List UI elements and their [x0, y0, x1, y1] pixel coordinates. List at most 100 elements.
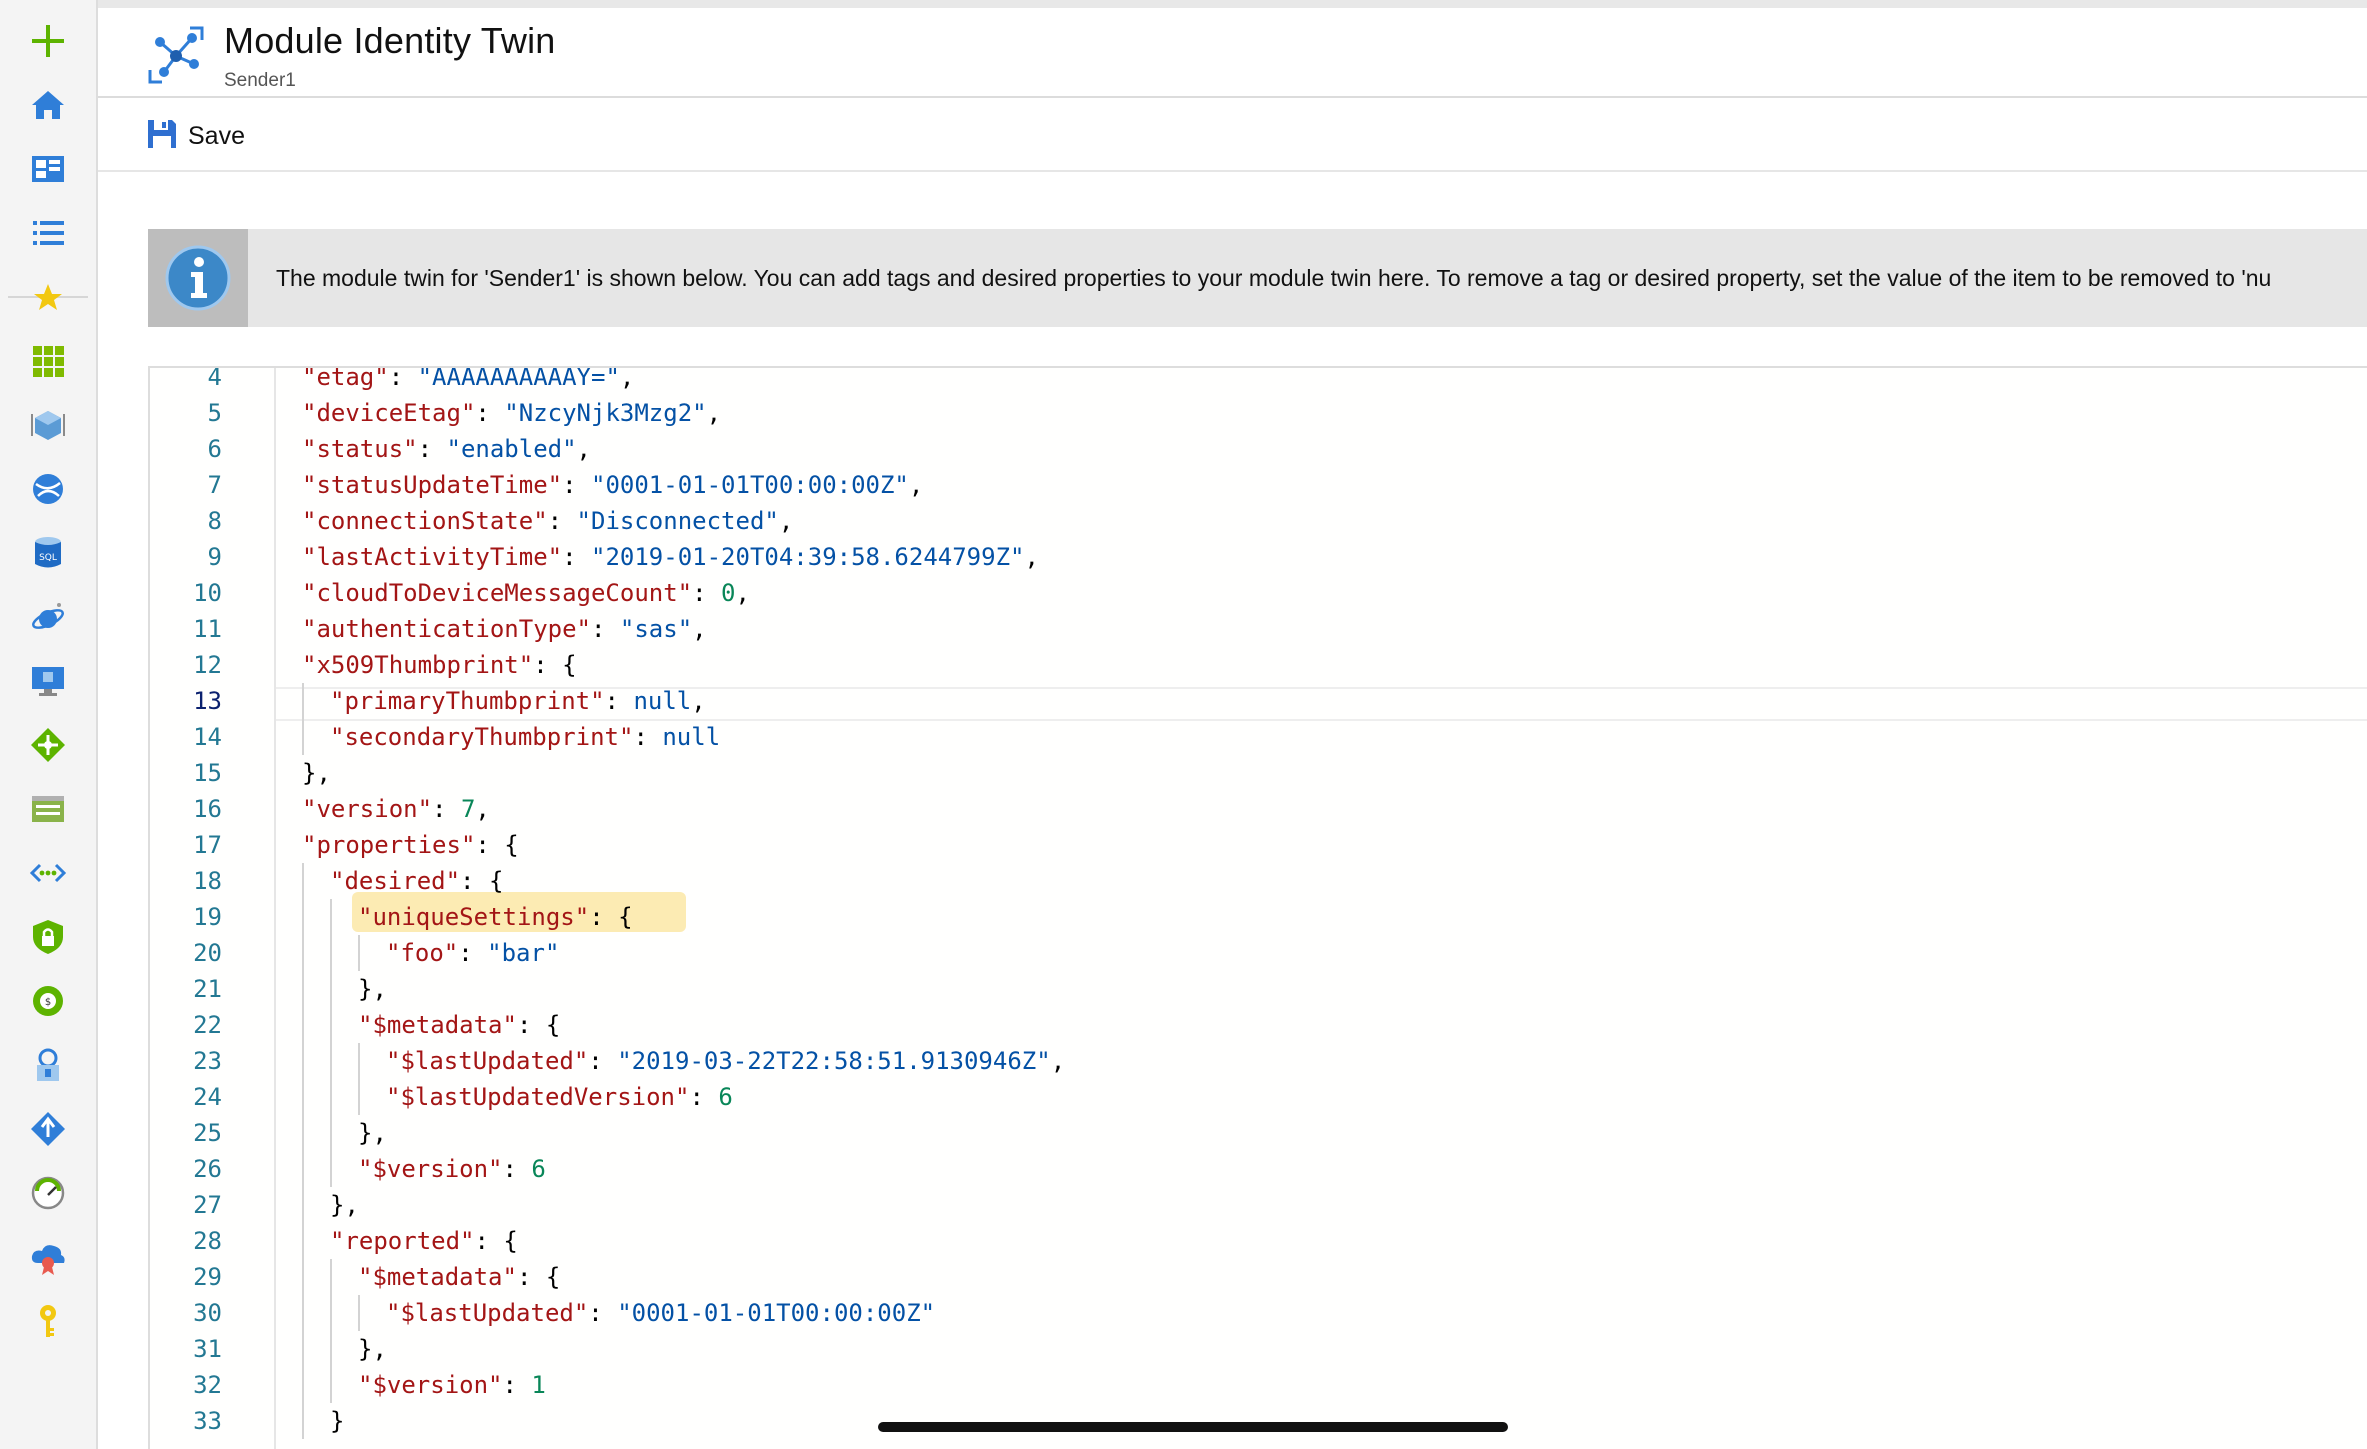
app-services-icon[interactable]	[24, 465, 72, 513]
code-line[interactable]: 32 "$version": 1	[150, 1367, 2350, 1403]
code-line[interactable]: 8 "connectionState": "Disconnected",	[150, 503, 2350, 539]
code-line[interactable]: 19 "uniqueSettings": {	[150, 899, 2350, 935]
all-resources-icon[interactable]	[24, 337, 72, 385]
code-token: ,	[706, 399, 722, 427]
code-line[interactable]: 9 "lastActivityTime": "2019-01-20T04:39:5…	[150, 539, 2350, 575]
code-line[interactable]: 20 "foo": "bar"	[150, 935, 2350, 971]
code-line[interactable]: 33}	[150, 1403, 2350, 1439]
line-number: 16	[193, 795, 222, 823]
code-token: ,	[1024, 543, 1039, 571]
indent-guide	[302, 1187, 330, 1223]
indent-guide	[302, 1223, 330, 1259]
line-number: 13	[193, 687, 222, 715]
code-token: ,	[619, 366, 635, 391]
indent-guide	[302, 1115, 330, 1151]
line-number: 26	[193, 1155, 222, 1183]
line-number: 24	[193, 1083, 222, 1111]
cloud-icon[interactable]	[24, 1233, 72, 1281]
code-line[interactable]: 15},	[150, 755, 2350, 791]
code-token: 0	[721, 579, 736, 607]
svg-text:SQL: SQL	[39, 553, 57, 563]
code-token: "$lastUpdated"	[386, 1047, 589, 1075]
save-button[interactable]: Save	[146, 118, 245, 154]
code-text: "desired": {	[302, 863, 503, 899]
security-center-icon[interactable]	[24, 913, 72, 961]
code-token: ,	[692, 615, 707, 643]
cost-management-icon[interactable]: $	[24, 977, 72, 1025]
code-line[interactable]: 30 "$lastUpdated": "0001-01-01T00:00:00Z"	[150, 1295, 2350, 1331]
code-line[interactable]: 4 "etag": "AAAAAAAAAAY=",	[150, 366, 2350, 395]
code-line[interactable]: 14 "secondaryThumbprint": null	[150, 719, 2350, 755]
svg-text:$: $	[45, 997, 51, 1008]
code-token: },	[330, 1191, 359, 1219]
code-token: "AAAAAAAAAAY="	[417, 366, 620, 391]
code-line[interactable]: 24 "$lastUpdatedVersion": 6	[150, 1079, 2350, 1115]
code-token: },	[358, 1119, 387, 1147]
code-line[interactable]: 10 "cloudToDeviceMessageCount": 0,	[150, 575, 2350, 611]
key-vault-icon[interactable]	[24, 1297, 72, 1345]
code-token: "foo"	[386, 939, 459, 967]
storage-accounts-icon[interactable]	[24, 785, 72, 833]
indent-guide	[358, 1295, 386, 1331]
code-line[interactable]: 25},	[150, 1115, 2350, 1151]
code-line[interactable]: 26 "$version": 6	[150, 1151, 2350, 1187]
line-number: 32	[193, 1371, 222, 1399]
code-line[interactable]: 12 "x509Thumbprint": {	[150, 647, 2350, 683]
create-resource-icon[interactable]	[24, 17, 72, 65]
code-token: :	[588, 1299, 618, 1327]
indent-guide	[330, 1079, 358, 1115]
code-text: },	[302, 1115, 387, 1151]
code-line[interactable]: 27},	[150, 1187, 2350, 1223]
line-number: 8	[207, 507, 222, 535]
code-token: :	[633, 723, 663, 751]
monitor-icon[interactable]	[24, 1105, 72, 1153]
code-token: "$lastUpdatedVersion"	[386, 1083, 690, 1111]
code-token: },	[358, 1335, 387, 1363]
code-line[interactable]: 31},	[150, 1331, 2350, 1367]
code-line[interactable]: 11 "authenticationType": "sas",	[150, 611, 2350, 647]
line-number: 31	[193, 1335, 222, 1363]
code-token: :	[502, 1155, 532, 1183]
code-text: "primaryThumbprint": null,	[302, 683, 706, 719]
resource-groups-icon[interactable]	[24, 401, 72, 449]
virtual-machines-icon[interactable]	[24, 657, 72, 705]
code-token: :	[689, 1083, 719, 1111]
azure-ad-icon[interactable]	[24, 1041, 72, 1089]
code-token: 1	[531, 1371, 546, 1399]
code-line[interactable]: 13 "primaryThumbprint": null,	[150, 683, 2350, 719]
sql-database-icon[interactable]: SQL	[24, 529, 72, 577]
code-line[interactable]: 21},	[150, 971, 2350, 1007]
code-line[interactable]: 18 "desired": {	[150, 863, 2350, 899]
indent-guide	[330, 1367, 358, 1403]
code-line[interactable]: 29 "$metadata": {	[150, 1259, 2350, 1295]
dashboard-icon[interactable]	[24, 145, 72, 193]
code-token: ,	[1050, 1047, 1066, 1075]
indent-guide	[302, 971, 330, 1007]
json-editor[interactable]: 4 "etag": "AAAAAAAAAAY=", 5 "deviceEtag": "…	[148, 366, 2367, 1449]
load-balancers-icon[interactable]	[24, 721, 72, 769]
code-line[interactable]: 7 "statusUpdateTime": "0001-01-01T00:00:0…	[150, 467, 2350, 503]
code-line[interactable]: 5 "deviceEtag": "NzcyNjk3Mzg2",	[150, 395, 2350, 431]
code-token: "Disconnected"	[576, 507, 779, 535]
indent-guide	[302, 719, 330, 755]
code-line[interactable]: 28 "reported": {	[150, 1223, 2350, 1259]
line-number: 23	[193, 1047, 222, 1075]
code-token: : {	[516, 1263, 561, 1291]
code-line[interactable]: 22 "$metadata": {	[150, 1007, 2350, 1043]
code-line[interactable]: 6 "status": "enabled",	[150, 431, 2350, 467]
code-token: : {	[589, 903, 633, 931]
home-icon[interactable]	[24, 81, 72, 129]
code-line[interactable]: 16 "version": 7,	[150, 791, 2350, 827]
cosmos-db-icon[interactable]	[24, 593, 72, 641]
all-services-icon[interactable]	[24, 209, 72, 257]
line-number: 33	[193, 1407, 222, 1435]
line-number: 20	[193, 939, 222, 967]
code-line[interactable]: 23 "$lastUpdated": "2019-03-22T22:58:51.9…	[150, 1043, 2350, 1079]
indent-guide	[330, 935, 358, 971]
line-number: 5	[207, 399, 222, 427]
virtual-networks-icon[interactable]	[24, 849, 72, 897]
favorites-star-icon[interactable]	[24, 274, 72, 322]
code-token: "deviceEtag"	[302, 399, 476, 427]
advisor-icon[interactable]	[24, 1169, 72, 1217]
code-line[interactable]: 17 "properties": {	[150, 827, 2350, 863]
